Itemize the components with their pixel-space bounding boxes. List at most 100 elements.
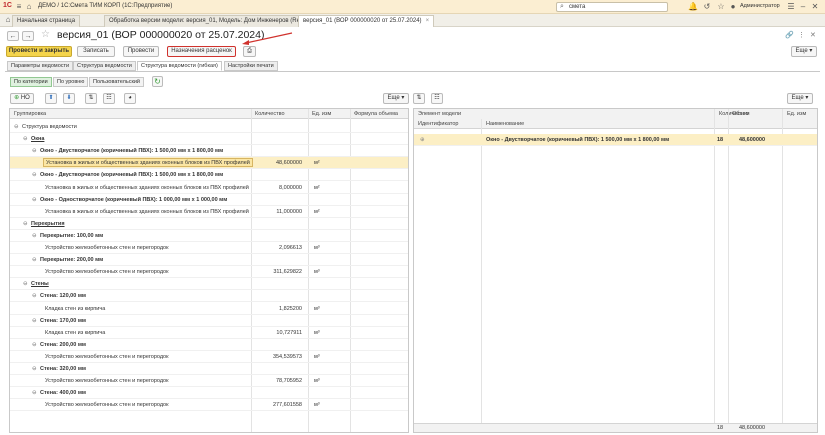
favorite-star-icon[interactable]: ☆ xyxy=(41,29,50,40)
close-window-icon[interactable]: ✕ xyxy=(810,2,820,12)
post-and-close-button[interactable]: Провести и закрыть xyxy=(6,46,72,57)
table-row[interactable]: ⊖ Окна xyxy=(10,133,408,146)
collapse-toggle-icon[interactable]: ⊖ xyxy=(14,124,19,130)
table-row[interactable]: Установка в жилых и общественных зданиях… xyxy=(10,206,408,218)
list-icon: ☷ xyxy=(106,95,112,101)
unit-value: м² xyxy=(314,208,320,215)
table-row[interactable]: ⊖ Стена: 400,00 мм xyxy=(10,387,408,400)
forward-button[interactable]: → xyxy=(22,31,34,41)
table-row[interactable]: Установка в жилых и общественных зданиях… xyxy=(10,182,408,194)
tab-home[interactable]: Начальная страница xyxy=(12,15,81,27)
collapse-toggle-icon[interactable]: ⊖ xyxy=(23,221,28,227)
post-button[interactable]: Провести xyxy=(123,46,159,57)
table-row[interactable]: Устройство железобетонных стен и перегор… xyxy=(10,375,408,388)
table-row[interactable]: ⊖ Окно - Двустворчатое (коричневый ПВХ): … xyxy=(10,169,408,182)
collapse-toggle-icon[interactable]: ⊖ xyxy=(32,390,37,396)
unit-value: м² xyxy=(314,184,320,191)
collapse-toggle-icon[interactable]: ⊖ xyxy=(32,233,37,239)
table-row[interactable]: Установка в жилых и общественных зданиях… xyxy=(10,157,408,170)
table-row[interactable]: ⊖ Перекрытие: 100,00 мм xyxy=(10,230,408,242)
tab-flexible-structure[interactable]: Структура ведомости (гибкая) xyxy=(137,61,222,71)
table-row[interactable]: ⊖ Стены xyxy=(10,278,408,291)
close-icon[interactable]: × xyxy=(426,18,430,24)
close-icon[interactable]: ✕ xyxy=(810,31,816,39)
home-icon[interactable]: ⌂ xyxy=(24,2,34,12)
table-row[interactable]: ⊕ Окно - Двустворчатое (коричневый ПВХ):… xyxy=(414,134,817,146)
collapse-toggle-icon[interactable]: ⊖ xyxy=(32,172,37,178)
history-icon[interactable]: ↺ xyxy=(702,2,712,12)
column-header-formula[interactable]: Формула объема xyxy=(354,111,398,117)
column-header-grouping[interactable]: Группировка xyxy=(14,111,46,117)
collapse-toggle-icon[interactable]: ⊖ xyxy=(23,136,28,142)
table-row[interactable]: ⊖ Стена: 120,00 мм xyxy=(10,290,408,303)
table-row[interactable]: Устройство железобетонных стен и перегор… xyxy=(10,351,408,363)
subtab-custom[interactable]: Пользовательский xyxy=(89,77,144,87)
grouping-label: Стена: 120,00 мм xyxy=(40,293,86,300)
write-button[interactable]: Записать xyxy=(77,46,115,57)
table-row[interactable]: ⊖ Окно - Двустворчатое (коричневый ПВХ): … xyxy=(10,145,408,158)
tabs-bar: ⌂ Начальная страница Обработка версии мо… xyxy=(0,14,825,27)
user-name[interactable]: Администратор xyxy=(740,3,780,9)
print-button[interactable]: ⎙ xyxy=(243,46,256,57)
column-header-id[interactable]: Идентификатор xyxy=(418,121,459,127)
unit-value: м³ xyxy=(314,353,320,360)
more-vert-icon[interactable]: ⋮ xyxy=(798,31,805,39)
right-group-button[interactable]: ☷ xyxy=(431,93,443,104)
table-row[interactable]: Кладка стен из кирпича 1,825200 м³ xyxy=(10,303,408,315)
collapse-toggle-icon[interactable]: ⊖ xyxy=(32,366,37,372)
column-header-name[interactable]: Наименование xyxy=(486,121,524,127)
table-row[interactable]: Устройство железобетонных стен и перегор… xyxy=(10,399,408,412)
more-button[interactable]: Еще ▾ xyxy=(791,46,817,57)
table-row[interactable]: Устройство железобетонных стен и перегор… xyxy=(10,242,408,254)
link-icon[interactable]: 🔗 xyxy=(785,31,794,39)
left-more-button[interactable]: Еще ▾ xyxy=(383,93,409,104)
tab-version[interactable]: версия_01 (ВОР 000000020 от 25.07.2024) × xyxy=(298,15,435,27)
collapse-toggle-icon[interactable]: ⊖ xyxy=(32,197,37,203)
table-row[interactable]: ⊖ Окно - Одностворчатое (коричневый ПВХ):… xyxy=(10,194,408,206)
collapse-toggle-icon[interactable]: ⊖ xyxy=(32,318,37,324)
collapse-toggle-icon[interactable]: ⊖ xyxy=(23,281,28,287)
collapse-toggle-icon[interactable]: ⊖ xyxy=(32,148,37,154)
refresh-button[interactable]: ↻ xyxy=(152,76,163,87)
table-row[interactable]: ⊖ Стена: 200,00 мм xyxy=(10,339,408,351)
star-icon[interactable]: ☆ xyxy=(716,2,726,12)
menu-icon[interactable]: ≡ xyxy=(14,2,24,12)
color-button[interactable]: ◕ xyxy=(124,93,136,104)
sort-button[interactable]: ⇅ xyxy=(85,93,97,104)
structure-tree-table[interactable]: Группировка Количество Ед. изм Формула о… xyxy=(9,108,409,433)
table-row[interactable]: ⊖ Стена: 320,00 мм xyxy=(10,363,408,375)
column-header-volume[interactable]: Объем xyxy=(732,111,750,117)
tab-print-settings[interactable]: Настройки печати xyxy=(224,61,278,71)
search-input[interactable]: ⌕ смета xyxy=(556,2,668,12)
model-elements-table[interactable]: Элемент модели Идентификатор Наименовани… xyxy=(413,108,818,433)
table-row[interactable]: Кладка стен из кирпича 10,727911 м³ xyxy=(10,327,408,339)
tab-statement-params[interactable]: Параметры ведомости xyxy=(7,61,74,71)
table-row[interactable]: ⊖ Перекрытие: 200,00 мм xyxy=(10,254,408,267)
bell-icon[interactable]: 🔔 xyxy=(688,2,698,12)
table-row[interactable]: ⊖ Стена: 170,00 мм xyxy=(10,315,408,327)
add-button[interactable]: ⊕ НО xyxy=(10,93,34,104)
collapse-toggle-icon[interactable]: ⊖ xyxy=(32,342,37,348)
move-down-button[interactable]: ⬇ xyxy=(63,93,75,104)
right-sort-button[interactable]: ⇅ xyxy=(413,93,425,104)
table-row[interactable]: ⊖ Перекрытия xyxy=(10,218,408,230)
assign-calculations-button[interactable]: Назначения расценок xyxy=(167,46,236,57)
group-button[interactable]: ☷ xyxy=(103,93,115,104)
minimize-icon[interactable]: – xyxy=(798,2,808,12)
table-row[interactable]: Устройство железобетонных стен и перегор… xyxy=(10,266,408,279)
column-header-quantity[interactable]: Количество xyxy=(255,111,285,117)
move-up-button[interactable]: ⬆ xyxy=(45,93,57,104)
column-header-unit[interactable]: Ед. изм xyxy=(787,111,806,117)
grouping-label: Перекрытие: 100,00 мм xyxy=(40,232,104,239)
right-more-button[interactable]: Еще ▾ xyxy=(787,93,813,104)
subtab-by-level[interactable]: По уровню xyxy=(53,77,89,87)
tab-statement-structure[interactable]: Структура ведомости xyxy=(73,61,136,71)
collapse-toggle-icon[interactable]: ⊖ xyxy=(32,257,37,263)
back-button[interactable]: ← xyxy=(7,31,19,41)
table-row[interactable]: ⊖ Структура ведомости xyxy=(10,121,408,133)
settings-icon[interactable]: ☰ xyxy=(786,2,796,12)
footer-volume: 48,600000 xyxy=(739,425,765,431)
column-header-unit[interactable]: Ед. изм xyxy=(312,111,331,117)
subtab-by-category[interactable]: По категории xyxy=(10,77,52,87)
collapse-toggle-icon[interactable]: ⊖ xyxy=(32,293,37,299)
